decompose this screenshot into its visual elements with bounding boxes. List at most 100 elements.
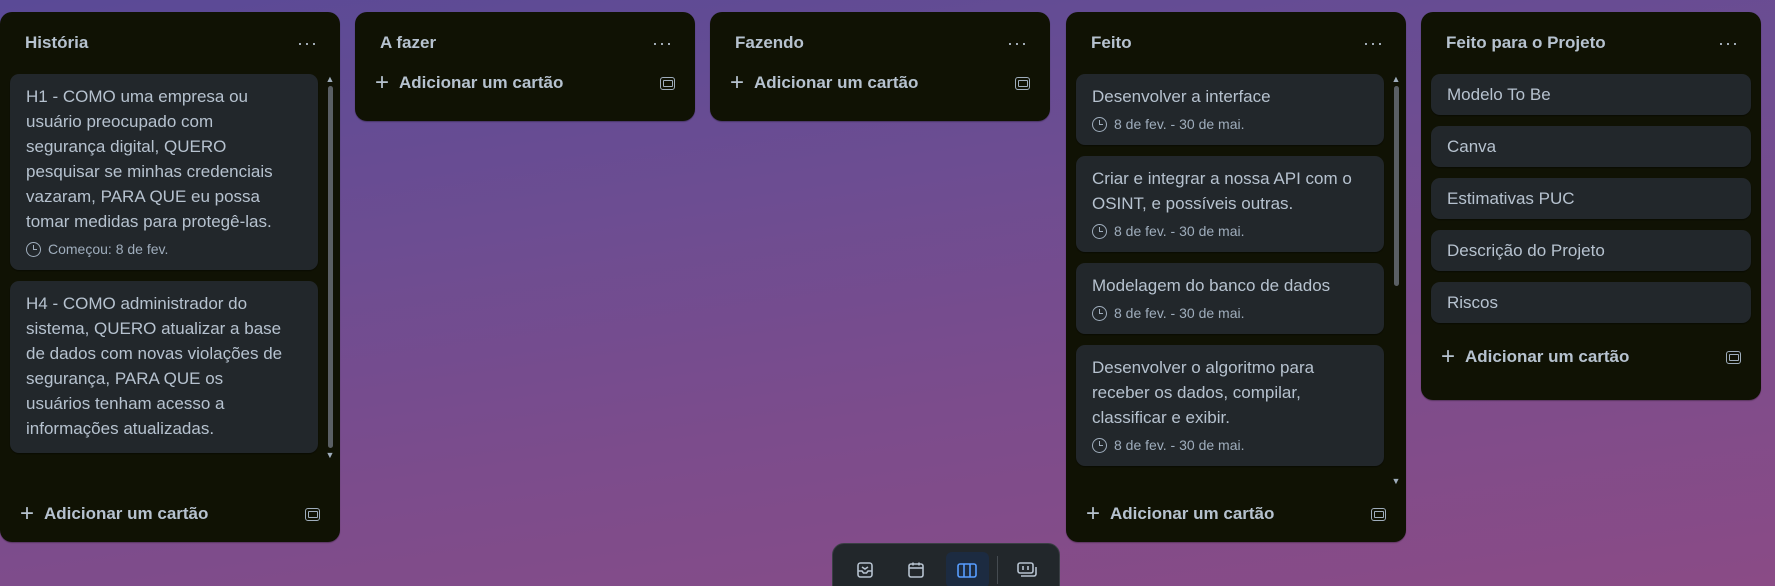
card-template-icon[interactable] xyxy=(1015,76,1030,90)
list-a-fazer: A fazer ··· + Adicionar um cartão xyxy=(355,12,695,121)
scroll-up-icon[interactable]: ▲ xyxy=(324,74,336,84)
card[interactable]: Desenvolver o algoritmo para receber os … xyxy=(1076,345,1384,466)
list-footer: + Adicionar um cartão xyxy=(710,68,1050,98)
card-title: H1 - COMO uma empresa ou usuário preocup… xyxy=(26,87,273,231)
card-list: Desenvolver a interface 8 de fev. - 30 d… xyxy=(1066,74,1406,486)
card-date-badge: Começou: 8 de fev. xyxy=(26,240,302,258)
plus-icon: + xyxy=(1086,500,1101,527)
card-title: Estimativas PUC xyxy=(1447,189,1575,208)
add-card-label: Adicionar um cartão xyxy=(399,73,564,92)
card[interactable]: Modelo To Be xyxy=(1431,74,1751,115)
card-list: Modelo To Be Canva Estimativas PUC Descr… xyxy=(1421,74,1761,334)
list-header: História ··· xyxy=(0,12,340,74)
calendar-icon xyxy=(908,562,924,578)
card-title: Criar e integrar a nossa API com o OSINT… xyxy=(1092,169,1352,213)
card-title: Descrição do Projeto xyxy=(1447,241,1605,260)
scroll-up-icon[interactable]: ▲ xyxy=(1390,74,1402,84)
card[interactable]: H1 - COMO uma empresa ou usuário preocup… xyxy=(10,74,318,270)
plus-icon: + xyxy=(375,69,390,96)
card-date-badge: 8 de fev. - 30 de mai. xyxy=(1092,304,1368,322)
card-template-icon[interactable] xyxy=(660,76,675,90)
list-header: Feito ··· xyxy=(1066,12,1406,74)
add-card-label: Adicionar um cartão xyxy=(1465,347,1630,366)
list-menu-icon[interactable]: ··· xyxy=(1710,30,1747,56)
list-menu-icon[interactable]: ··· xyxy=(999,30,1036,56)
clock-icon xyxy=(26,241,41,257)
list-title[interactable]: Feito para o Projeto xyxy=(1446,33,1606,53)
card-template-icon[interactable] xyxy=(1371,507,1386,521)
list-footer: + Adicionar um cartão xyxy=(1066,486,1406,542)
card-date-badge: 8 de fev. - 30 de mai. xyxy=(1092,436,1368,454)
card-list: H1 - COMO uma empresa ou usuário preocup… xyxy=(0,74,340,486)
list-feito-para-o-projeto: Feito para o Projeto ··· Modelo To Be Ca… xyxy=(1421,12,1761,400)
card[interactable]: H4 - COMO administrador do sistema, QUER… xyxy=(10,281,318,453)
add-card-button[interactable]: + Adicionar um cartão xyxy=(20,502,208,526)
switch-boards-button[interactable] xyxy=(1006,552,1049,586)
inbox-icon xyxy=(856,562,873,578)
list-menu-icon[interactable]: ··· xyxy=(644,30,681,56)
scrollbar[interactable]: ▲ ▼ xyxy=(324,74,336,486)
clock-icon xyxy=(1092,223,1107,239)
list-footer: + Adicionar um cartão xyxy=(1421,334,1761,380)
clock-icon xyxy=(1092,437,1107,453)
add-card-label: Adicionar um cartão xyxy=(1110,504,1275,523)
view-switcher-bar xyxy=(832,543,1060,586)
card[interactable]: Modelagem do banco de dados 8 de fev. - … xyxy=(1076,263,1384,334)
list-title[interactable]: Fazendo xyxy=(735,33,804,53)
card-date: 8 de fev. - 30 de mai. xyxy=(1114,437,1245,453)
clock-icon xyxy=(1092,116,1107,132)
board-icon xyxy=(957,563,977,578)
board-button[interactable] xyxy=(945,552,989,586)
inbox-button[interactable] xyxy=(843,552,886,586)
scroll-thumb[interactable] xyxy=(327,86,333,448)
list-menu-icon[interactable]: ··· xyxy=(1355,30,1392,56)
list-header: Feito para o Projeto ··· xyxy=(1421,12,1761,74)
add-card-button[interactable]: + Adicionar um cartão xyxy=(1086,502,1274,526)
list-footer: + Adicionar um cartão xyxy=(355,68,695,98)
list-footer: + Adicionar um cartão xyxy=(0,486,340,542)
card-title: Desenvolver o algoritmo para receber os … xyxy=(1092,358,1315,427)
list-title[interactable]: Feito xyxy=(1091,33,1132,53)
list-historia: História ··· H1 - COMO uma empresa ou us… xyxy=(0,12,340,542)
card-title: H4 - COMO administrador do sistema, QUER… xyxy=(26,294,283,438)
list-feito: Feito ··· Desenvolver a interface 8 de f… xyxy=(1066,12,1406,542)
list-menu-icon[interactable]: ··· xyxy=(289,30,326,56)
card-date: Começou: 8 de fev. xyxy=(48,241,169,257)
plus-icon: + xyxy=(20,500,35,527)
list-title[interactable]: A fazer xyxy=(380,33,436,53)
card-title: Canva xyxy=(1447,137,1497,156)
planner-button[interactable] xyxy=(894,552,937,586)
card-date: 8 de fev. - 30 de mai. xyxy=(1114,223,1245,239)
card-title: Riscos xyxy=(1447,293,1499,312)
card[interactable]: Desenvolver a interface 8 de fev. - 30 d… xyxy=(1076,74,1384,145)
switch-boards-icon xyxy=(1017,562,1038,577)
list-title[interactable]: História xyxy=(25,33,88,53)
list-header: Fazendo ··· xyxy=(710,12,1050,74)
add-card-label: Adicionar um cartão xyxy=(44,504,209,523)
clock-icon xyxy=(1092,305,1107,321)
card[interactable]: Criar e integrar a nossa API com o OSINT… xyxy=(1076,156,1384,252)
card[interactable]: Canva xyxy=(1431,126,1751,167)
divider xyxy=(996,556,998,584)
card-date-badge: 8 de fev. - 30 de mai. xyxy=(1092,222,1368,240)
list-header: A fazer ··· xyxy=(355,12,695,74)
card-template-icon[interactable] xyxy=(305,507,320,521)
list-fazendo: Fazendo ··· + Adicionar um cartão xyxy=(710,12,1050,121)
card-date-badge: 8 de fev. - 30 de mai. xyxy=(1092,115,1368,133)
add-card-label: Adicionar um cartão xyxy=(754,73,919,92)
card[interactable]: Riscos xyxy=(1431,282,1751,323)
plus-icon: + xyxy=(1441,343,1456,370)
scroll-down-icon[interactable]: ▼ xyxy=(1390,476,1402,486)
board: História ··· H1 - COMO uma empresa ou us… xyxy=(0,0,1775,586)
add-card-button[interactable]: + Adicionar um cartão xyxy=(375,71,563,95)
card-title: Modelo To Be xyxy=(1447,85,1551,104)
add-card-button[interactable]: + Adicionar um cartão xyxy=(730,71,918,95)
scroll-down-icon[interactable]: ▼ xyxy=(324,450,336,460)
card-template-icon[interactable] xyxy=(1726,350,1741,364)
scroll-thumb[interactable] xyxy=(1393,86,1399,286)
add-card-button[interactable]: + Adicionar um cartão xyxy=(1441,345,1629,369)
card-date: 8 de fev. - 30 de mai. xyxy=(1114,116,1245,132)
scrollbar[interactable]: ▲ xyxy=(1390,74,1402,486)
card[interactable]: Descrição do Projeto xyxy=(1431,230,1751,271)
card[interactable]: Estimativas PUC xyxy=(1431,178,1751,219)
